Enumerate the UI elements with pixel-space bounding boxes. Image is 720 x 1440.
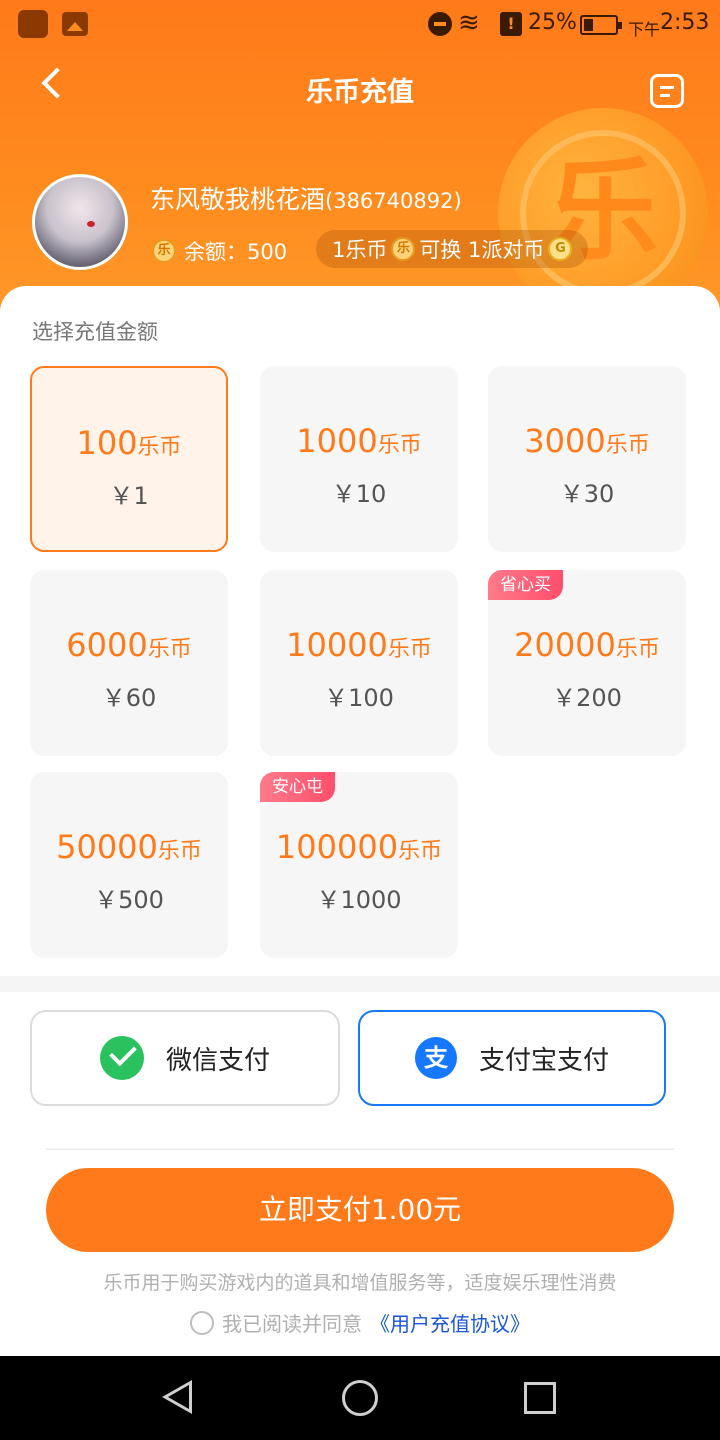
battery-percent: 25% — [528, 10, 577, 35]
party-coin-icon: G — [548, 237, 573, 261]
option-amount: 10000 — [286, 626, 388, 664]
section-divider — [0, 976, 720, 992]
balance-label: 余额：500 — [184, 240, 288, 264]
avatar — [32, 174, 128, 270]
option-price: ￥100 — [324, 684, 394, 712]
exchange-rate-pill: 1乐币 乐 可换 1派对币 G — [316, 230, 589, 268]
option-unit: 乐币 — [605, 433, 650, 458]
pay-now-button[interactable]: 立即支付1.00元 — [46, 1168, 674, 1252]
wechat-pay-label: 微信支付 — [165, 1045, 270, 1076]
recharge-option-6000[interactable]: 6000乐币 ￥60 — [30, 570, 228, 756]
recharge-option-100000[interactable]: 安心屯 100000乐币 ￥1000 — [260, 772, 458, 958]
promo-badge: 省心买 — [488, 570, 563, 600]
menu-icon[interactable] — [650, 74, 684, 108]
option-price: ￥10 — [331, 480, 387, 508]
option-unit: 乐币 — [157, 839, 202, 864]
coin-icon: 乐 — [391, 237, 416, 261]
option-amount: 20000 — [514, 626, 616, 664]
option-price: ￥60 — [101, 684, 157, 712]
recharge-option-3000[interactable]: 3000乐币 ￥30 — [488, 366, 686, 552]
option-amount: 50000 — [56, 828, 158, 866]
do-not-disturb-icon — [428, 12, 452, 36]
option-amount: 100 — [76, 424, 138, 462]
user-info: 东风敬我桃花酒(386740892) — [150, 180, 462, 216]
promo-badge: 安心屯 — [260, 772, 335, 802]
agreement-row: 我已阅读并同意 《用户充值协议》 — [0, 1308, 720, 1337]
system-nav-bar — [0, 1356, 720, 1440]
agreement-link[interactable]: 《用户充值协议》 — [370, 1308, 530, 1337]
time-prefix: 下午 — [628, 20, 661, 39]
alipay-icon: 支 — [414, 1037, 457, 1079]
option-unit: 乐币 — [387, 637, 432, 662]
recharge-option-50000[interactable]: 50000乐币 ￥500 — [30, 772, 228, 958]
recharge-option-20000[interactable]: 省心买 20000乐币 ￥200 — [488, 570, 686, 756]
battery-icon — [580, 15, 622, 35]
option-price: ￥500 — [94, 886, 164, 914]
divider — [46, 1148, 674, 1150]
option-unit: 乐币 — [615, 637, 660, 662]
exchange-mid: 可换 1派对币 — [419, 238, 545, 262]
username: 东风敬我桃花酒 — [150, 185, 326, 214]
option-amount: 100000 — [275, 828, 399, 866]
option-amount: 1000 — [296, 422, 378, 460]
option-price: ￥1000 — [316, 886, 402, 914]
storage-warning-icon: ! — [500, 12, 522, 36]
option-unit: 乐币 — [377, 433, 422, 458]
wifi-icon: ≋ — [458, 8, 480, 38]
wechat-pay-button[interactable]: 微信支付 — [30, 1010, 340, 1106]
agree-radio[interactable] — [190, 1310, 214, 1335]
balance: 乐 余额：500 — [152, 236, 287, 266]
image-notification-icon — [62, 12, 88, 36]
header: ≋ ! 25% 下午 2:53 乐币充值 乐 东风敬我桃花酒(386740892… — [0, 0, 720, 330]
app-notification-icon — [18, 10, 48, 38]
agreement-prefix: 我已阅读并同意 — [222, 1312, 362, 1336]
option-amount: 6000 — [66, 626, 148, 664]
nav-recent-icon[interactable] — [524, 1382, 556, 1414]
alipay-button[interactable]: 支 支付宝支付 — [358, 1010, 666, 1106]
option-amount: 3000 — [524, 422, 606, 460]
coin-icon: 乐 — [152, 239, 176, 263]
option-unit: 乐币 — [147, 637, 192, 662]
recharge-option-10000[interactable]: 10000乐币 ￥100 — [260, 570, 458, 756]
page-title: 乐币充值 — [306, 77, 414, 108]
option-price: ￥30 — [559, 480, 615, 508]
nav-back-icon[interactable] — [162, 1380, 192, 1414]
user-id: (386740892) — [325, 189, 462, 213]
option-unit: 乐币 — [137, 435, 182, 460]
option-price: ￥200 — [552, 684, 622, 712]
recharge-option-100[interactable]: 100乐币 ￥1 — [30, 366, 228, 552]
wechat-pay-icon — [99, 1036, 144, 1080]
nav-home-icon[interactable] — [342, 1380, 378, 1416]
exchange-left: 1乐币 — [332, 238, 388, 262]
clock: 2:53 — [660, 10, 710, 35]
status-bar: ≋ ! 25% 下午 2:53 — [0, 0, 720, 50]
recharge-option-1000[interactable]: 1000乐币 ￥10 — [260, 366, 458, 552]
alipay-label: 支付宝支付 — [478, 1045, 609, 1076]
option-unit: 乐币 — [398, 839, 443, 864]
section-label: 选择充值金额 — [32, 320, 158, 344]
option-price: ￥1 — [109, 482, 149, 510]
consumption-tip: 乐币用于购买游戏内的道具和增值服务等，适度娱乐理性消费 — [103, 1272, 617, 1294]
